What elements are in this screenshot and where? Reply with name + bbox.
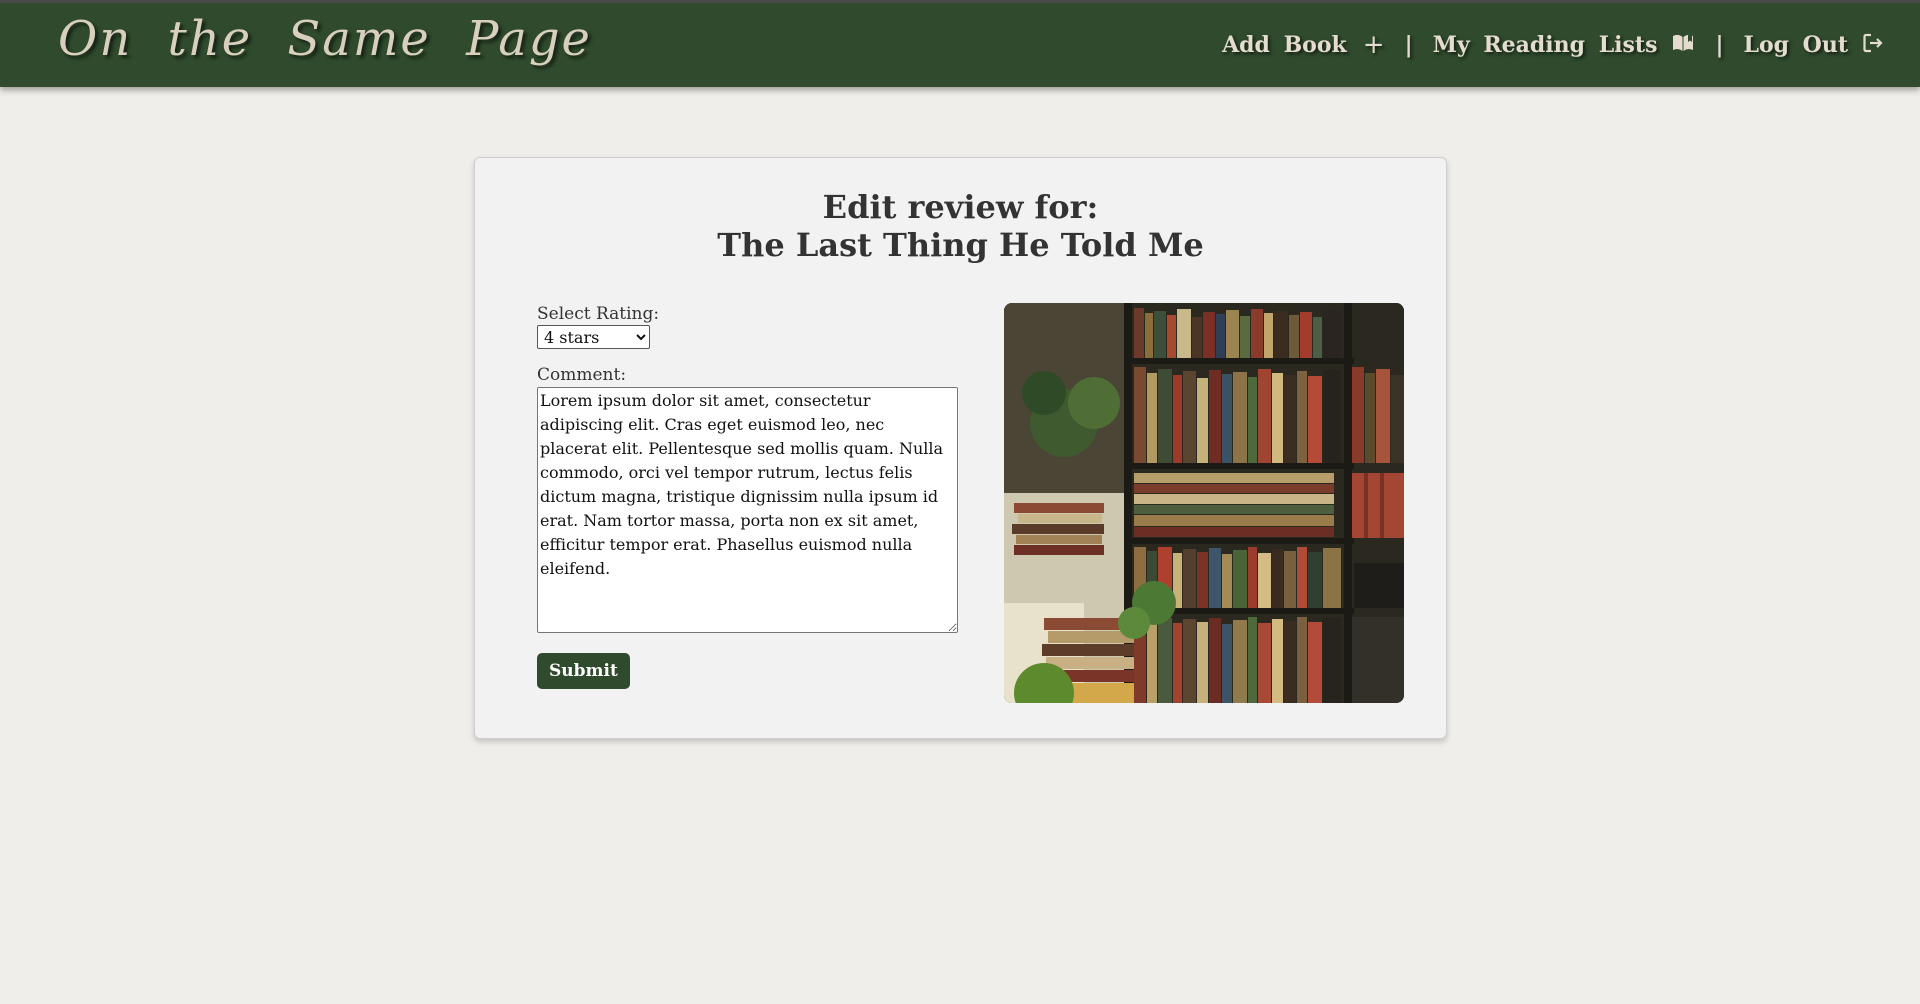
comment-textarea[interactable]: Lorem ipsum dolor sit amet, consectetur …	[537, 387, 958, 633]
page-title: Edit review for: The Last Thing He Told …	[475, 188, 1446, 264]
nav-separator: |	[1715, 32, 1724, 58]
rating-label: Select Rating:	[537, 304, 660, 324]
edit-review-card: Edit review for: The Last Thing He Told …	[474, 157, 1447, 739]
submit-button[interactable]: Submit	[537, 653, 630, 689]
rating-select[interactable]: 4 stars	[537, 325, 650, 349]
brand-logo-link[interactable]: On the Same Page	[58, 11, 592, 67]
title-line-1: Edit review for:	[822, 188, 1099, 226]
add-book-label: Add Book	[1222, 32, 1347, 58]
nav-links: Add Book + | My Reading Lists | Log Out	[1222, 3, 1884, 87]
nav-separator: |	[1404, 32, 1413, 58]
log-out-link[interactable]: Log Out	[1743, 32, 1884, 58]
log-out-label: Log Out	[1743, 32, 1848, 58]
comment-label: Comment:	[537, 365, 627, 385]
plus-icon: +	[1362, 30, 1385, 60]
navbar: On the Same Page Add Book + | My Reading…	[0, 0, 1920, 87]
bookshelf-photo	[1004, 303, 1404, 703]
book-open-icon	[1671, 33, 1695, 57]
book-title: The Last Thing He Told Me	[717, 226, 1204, 264]
logout-icon	[1862, 32, 1884, 58]
my-reading-lists-link[interactable]: My Reading Lists	[1433, 32, 1696, 58]
add-book-link[interactable]: Add Book +	[1222, 32, 1384, 58]
review-form: Select Rating: 4 stars Comment: Lorem ip…	[537, 304, 961, 689]
my-reading-lists-label: My Reading Lists	[1432, 32, 1658, 58]
